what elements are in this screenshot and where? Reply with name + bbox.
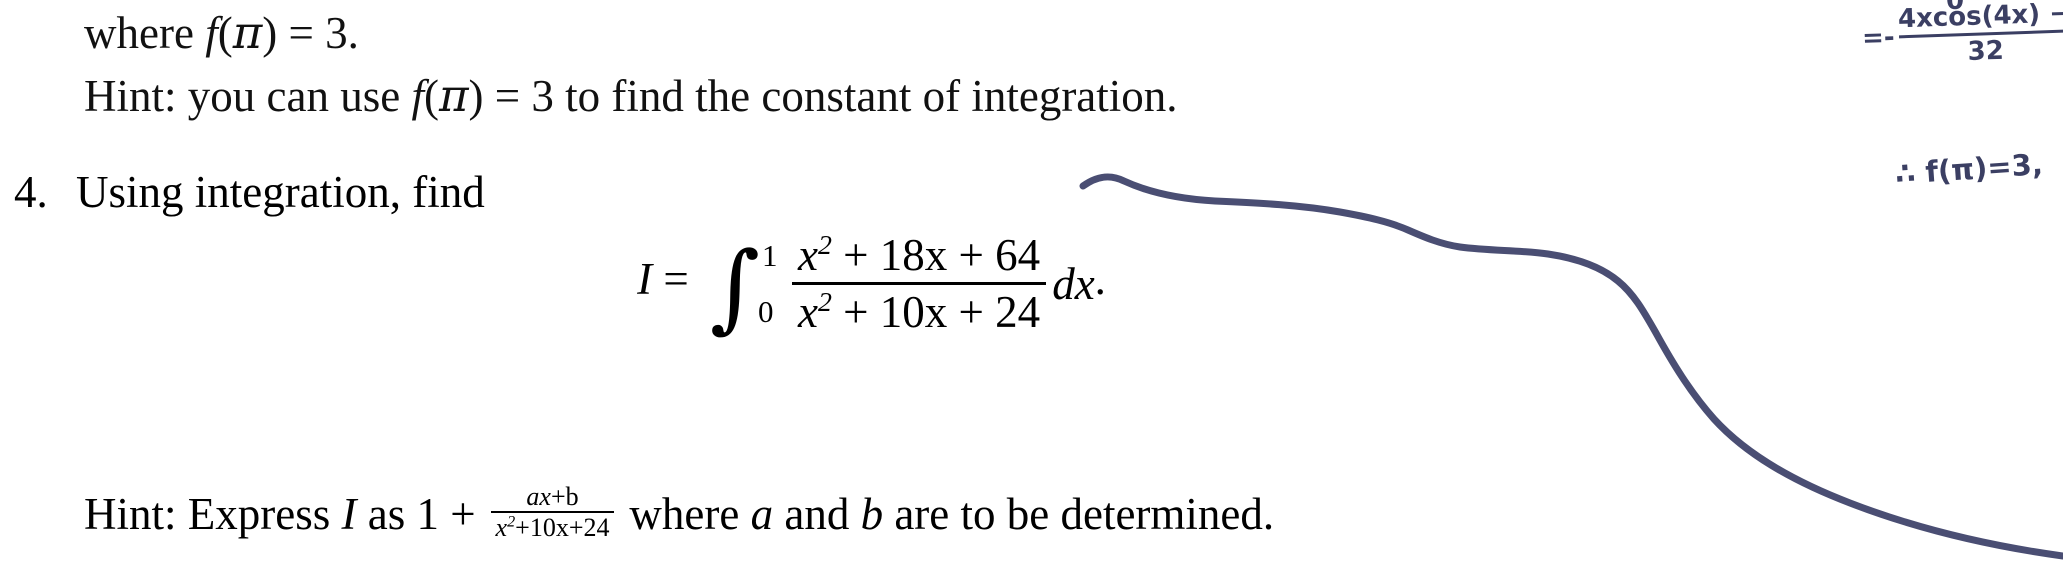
equation-equals: = [663, 254, 689, 305]
numerator-x: x [797, 230, 818, 280]
equation-period: . [1094, 254, 1106, 305]
denominator-x: x [797, 287, 818, 338]
hint-two-line: Hint: Express I as 1 + ax+b x2+10x+24 wh… [84, 482, 1274, 542]
numerator-a: a [526, 482, 540, 511]
open-paren: ( [423, 71, 439, 121]
differential-dx: dx [1052, 258, 1095, 309]
ink-fraction-denominator: 32 [1898, 29, 2063, 70]
where-label: where [84, 8, 206, 58]
plus-sign: + [438, 488, 487, 539]
integral-upper-limit: 1 [761, 237, 778, 273]
denominator-exponent: 2 [817, 287, 832, 319]
denominator-rest: + 10x + 24 [831, 287, 1041, 338]
function-f: f [411, 71, 424, 121]
question-four-text: Using integration, find [76, 167, 485, 217]
hint-two-middle: where [618, 488, 751, 539]
numerator-plus-b: +b [550, 482, 579, 511]
question-four: 4. Using integration, find [14, 166, 485, 218]
numerator-exponent: 2 [817, 230, 832, 261]
denominator-exponent: 2 [507, 513, 516, 531]
ink-conclusion-note: ∴ f(π)=3, [1893, 146, 2044, 192]
value-three: 3 [325, 8, 348, 58]
hint-two-as: as [356, 488, 417, 539]
hint-one-line: Hint: you can use f(π) = 3 to find the c… [84, 69, 1178, 122]
close-paren: ) [262, 8, 278, 58]
integrand-fraction: x2 + 18x + 64 x2 + 10x + 24 [791, 228, 1047, 340]
constant-one: 1 [416, 488, 439, 539]
where-clause-line: where f(π) = 3. [84, 6, 359, 59]
hint-two-prefix: Hint: Express [84, 488, 342, 539]
ink-equals-minus: =- [1861, 22, 1896, 54]
hint-two-suffix: are to be determined. [883, 488, 1275, 539]
close-paren: ) [468, 71, 484, 121]
hint-two-and: and [773, 488, 861, 539]
equals-sign: = [277, 8, 326, 58]
open-paren: ( [217, 8, 233, 58]
function-f: f [205, 8, 218, 58]
hint-one-prefix: Hint: you can use [84, 71, 412, 121]
equals-sign: = [483, 71, 532, 121]
denominator-x: x [495, 513, 508, 543]
scanned-worksheet-page: where f(π) = 3. Hint: you can use f(π) =… [0, 0, 2063, 587]
denominator-rest: +10x+24 [515, 513, 610, 543]
ink-fraction-annotation: =- 4xcos(4x) − 32 [1861, 0, 2063, 71]
variable-I: I [341, 488, 357, 539]
integral-lower-limit: 0 [757, 293, 774, 329]
numerator-x: x [539, 482, 551, 511]
integral-icon: ∫ [709, 231, 760, 344]
numerator-rest: + 18x + 64 [831, 230, 1041, 280]
equation-lhs-I: I [637, 254, 653, 305]
integrand-denominator: x2 + 10x + 24 [791, 282, 1047, 339]
ink-fraction: 4xcos(4x) − 32 [1897, 0, 2063, 70]
hint-one-suffix: to find the constant of integration. [553, 71, 1178, 121]
value-three: 3 [531, 71, 554, 121]
pi-symbol: π [232, 6, 263, 59]
list-marker-4: 4. [14, 167, 48, 217]
display-equation: I = ∫ 1 0 x2 + 18x + 64 x2 + 10x + 24 dx… [0, 228, 2063, 340]
pi-symbol: π [438, 69, 469, 122]
partial-fraction-numerator: ax+b [491, 482, 614, 511]
integrand-numerator: x2 + 18x + 64 [792, 228, 1046, 282]
period: . [347, 8, 359, 58]
variable-b: b [860, 488, 884, 539]
ink-fraction-numerator: 4xcos(4x) − [1897, 0, 2063, 35]
integral-limits: 1 0 [758, 234, 788, 334]
partial-fraction-denominator: x2+10x+24 [490, 511, 615, 543]
variable-a: a [750, 488, 774, 539]
partial-fraction: ax+b x2+10x+24 [490, 482, 615, 543]
ink-stub-above-fraction: 0 [1946, 0, 1965, 16]
